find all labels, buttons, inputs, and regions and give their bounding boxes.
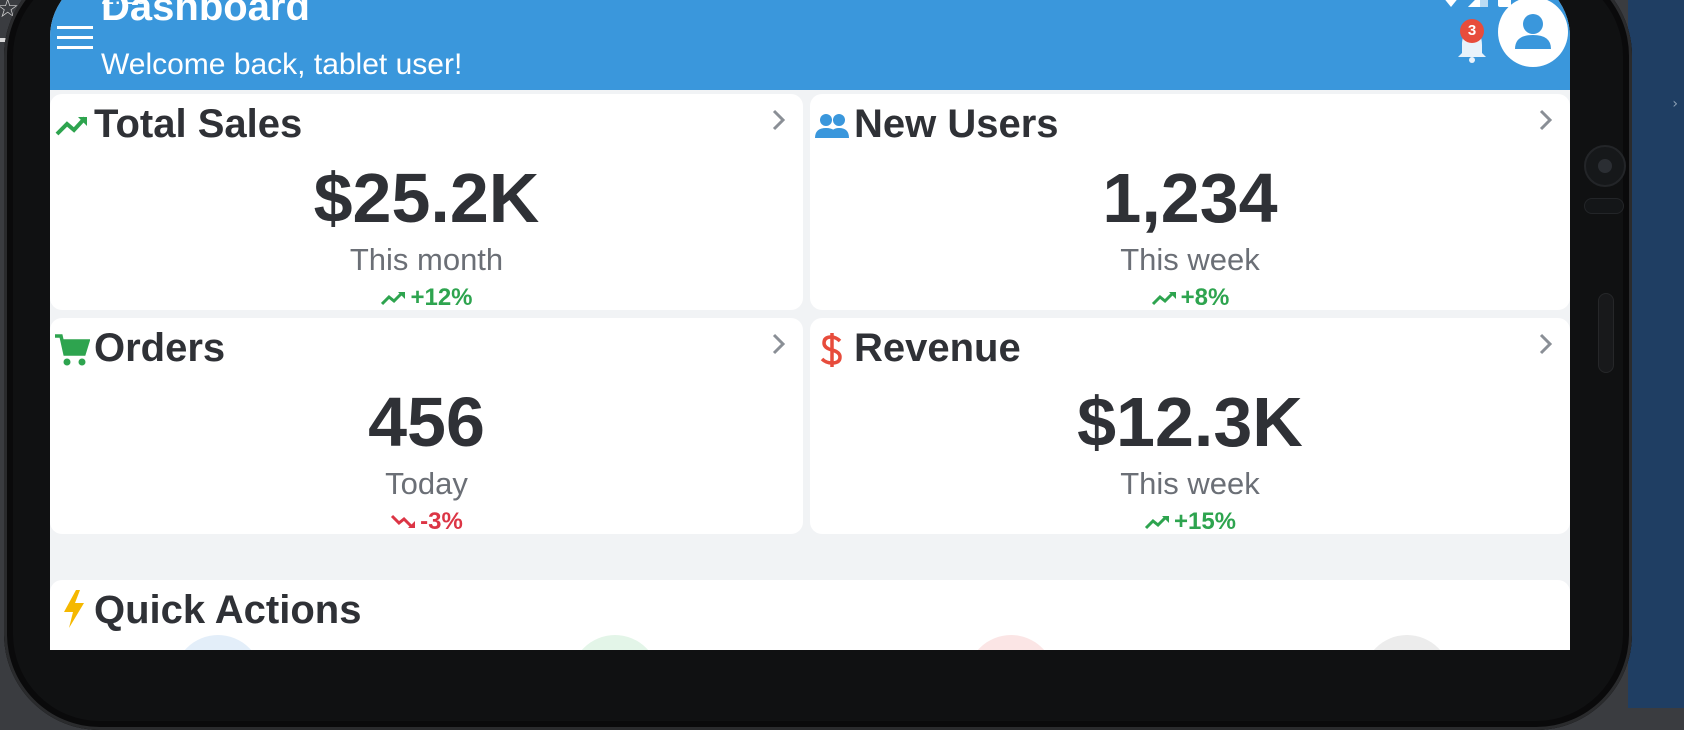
trending-up-icon bbox=[1144, 515, 1169, 530]
menu-icon[interactable] bbox=[55, 18, 95, 56]
chevron-right-icon[interactable] bbox=[1536, 330, 1556, 358]
card-value: $12.3K bbox=[1077, 383, 1303, 461]
cart-icon bbox=[55, 334, 90, 366]
chevron-right-icon[interactable] bbox=[769, 106, 789, 134]
card-title: Orders bbox=[94, 326, 226, 370]
trending-up-icon bbox=[55, 116, 87, 136]
quick-action-button[interactable] bbox=[967, 635, 1055, 650]
change-value: +8% bbox=[1180, 284, 1230, 310]
wifi-icon bbox=[1445, 0, 1457, 7]
chevron-icon: › bbox=[1672, 96, 1678, 112]
person-icon bbox=[1515, 14, 1551, 49]
change-value: +12% bbox=[410, 284, 473, 310]
chevron-right-icon[interactable] bbox=[1536, 106, 1556, 134]
quick-action-button[interactable] bbox=[571, 635, 659, 650]
quick-action-button[interactable] bbox=[174, 635, 262, 650]
device-frame: Dashboard 2:23 Welcome back, tablet user… bbox=[4, 0, 1632, 730]
people-icon bbox=[815, 114, 849, 138]
chevron-right-icon[interactable] bbox=[769, 330, 789, 358]
card-value: 456 bbox=[368, 383, 485, 461]
trend-indicator: -3% bbox=[50, 508, 803, 534]
card-title: Total Sales bbox=[94, 102, 303, 146]
lightning-icon bbox=[64, 590, 84, 628]
app-header: Dashboard 2:23 Welcome back, tablet user… bbox=[50, 0, 1570, 90]
card-value: $25.2K bbox=[313, 159, 540, 237]
proximity-sensor bbox=[1584, 198, 1624, 214]
quick-actions-card: Quick Actions bbox=[50, 580, 1570, 650]
change-value: -3% bbox=[420, 508, 463, 534]
card-value: 1,234 bbox=[1102, 159, 1278, 237]
dollar-icon bbox=[820, 333, 842, 367]
card-title: Revenue bbox=[854, 326, 1021, 370]
orders-card[interactable]: Orders 456 Today -3% bbox=[50, 318, 803, 534]
trend-indicator: +12% bbox=[50, 284, 803, 310]
trending-up-icon bbox=[381, 291, 406, 306]
card-period: This week bbox=[1120, 242, 1260, 277]
notification-badge: 3 bbox=[1460, 19, 1484, 43]
card-title: New Users bbox=[854, 102, 1059, 146]
quick-action-button[interactable] bbox=[1363, 635, 1451, 650]
front-camera bbox=[1584, 145, 1626, 187]
revenue-card[interactable]: Revenue $12.3K This week +15% bbox=[810, 318, 1570, 534]
side-button bbox=[1598, 293, 1614, 373]
welcome-subtitle: Welcome back, tablet user! bbox=[101, 48, 463, 81]
trend-indicator: +15% bbox=[810, 508, 1570, 534]
section-title: Quick Actions bbox=[94, 588, 362, 632]
trending-down-icon bbox=[391, 514, 416, 529]
trend-indicator: +8% bbox=[810, 284, 1570, 310]
avatar[interactable] bbox=[1498, 0, 1568, 67]
trending-up-icon bbox=[1151, 291, 1176, 306]
change-value: +15% bbox=[1173, 508, 1237, 534]
card-period: This month bbox=[349, 242, 504, 277]
card-period: Today bbox=[385, 466, 468, 501]
app-screen: Dashboard 2:23 Welcome back, tablet user… bbox=[50, 0, 1570, 650]
status-time: 2:23 bbox=[101, 0, 148, 11]
new-users-card[interactable]: New Users 1,234 This week +8% bbox=[810, 94, 1570, 310]
total-sales-card[interactable]: Total Sales $25.2K This month +12% bbox=[50, 94, 803, 310]
card-period: This week bbox=[1120, 466, 1260, 501]
